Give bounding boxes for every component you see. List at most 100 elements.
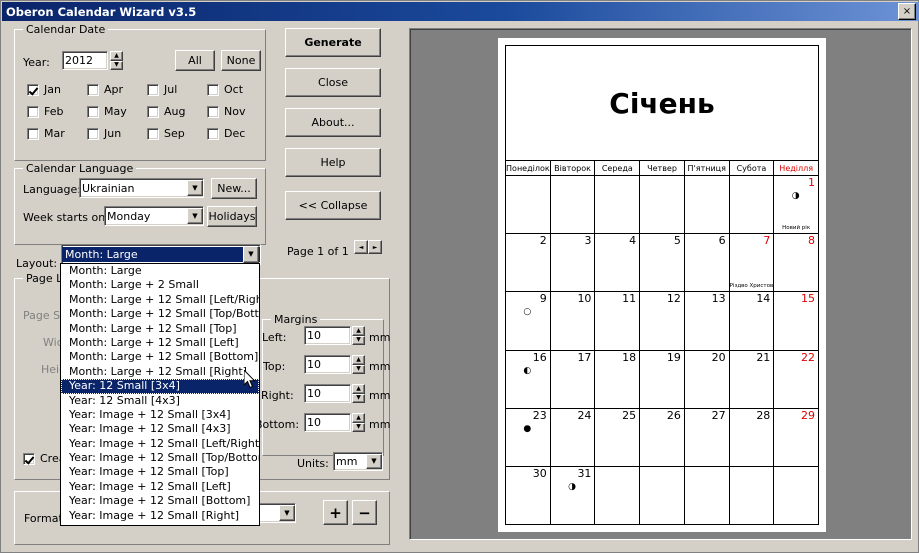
- dropdown-item[interactable]: Year: Image + 12 Small [Left/Right]: [61, 437, 259, 451]
- prev-page-button[interactable]: ◄: [354, 240, 368, 254]
- checkbox-icon[interactable]: [147, 83, 159, 96]
- day-number: 19: [666, 350, 681, 364]
- dropdown-item[interactable]: Month: Large + 12 Small [Bottom]: [61, 350, 259, 364]
- generate-button[interactable]: Generate: [285, 28, 381, 57]
- dropdown-item[interactable]: Month: Large + 12 Small [Top/Bottom]: [61, 307, 259, 321]
- stepper-down[interactable]: ▼: [352, 364, 365, 374]
- year-stepper-down[interactable]: ▼: [110, 60, 123, 70]
- checkbox-icon[interactable]: [87, 83, 99, 96]
- help-button[interactable]: Help: [285, 148, 381, 177]
- chevron-down-icon[interactable]: ▼: [187, 208, 203, 224]
- checkbox-icon[interactable]: [87, 105, 99, 118]
- chevron-down-icon[interactable]: ▼: [187, 180, 203, 196]
- checkbox-icon[interactable]: [147, 127, 159, 140]
- calendar-preview-pane[interactable]: Січень Понеділок Вівторок Середа Четвер …: [409, 28, 912, 540]
- dropdown-item[interactable]: Month: Large + 2 Small: [61, 278, 259, 292]
- checkbox-icon[interactable]: [27, 105, 39, 118]
- dropdown-item[interactable]: Year: Image + 12 Small [3x4]: [61, 408, 259, 422]
- margin-bottom-input[interactable]: 10: [304, 413, 351, 432]
- close-button[interactable]: Close: [285, 68, 381, 97]
- margin-top-stepper[interactable]: ▲ ▼: [352, 355, 365, 374]
- month-checkbox-nov[interactable]: Nov: [207, 105, 245, 118]
- new-language-button[interactable]: New...: [211, 178, 257, 199]
- dropdown-item[interactable]: Year: Image + 12 Small [Bottom]: [61, 494, 259, 508]
- margin-right-input[interactable]: 10: [304, 384, 351, 403]
- calendar-day-cell: [506, 176, 551, 234]
- month-checkbox-mar[interactable]: Mar: [27, 127, 65, 140]
- stepper-up[interactable]: ▲: [352, 355, 365, 365]
- dropdown-item[interactable]: Year: Image + 12 Small [Top]: [61, 465, 259, 479]
- dropdown-item[interactable]: Month: Large + 12 Small [Right]: [61, 365, 259, 379]
- dropdown-item[interactable]: Year: Image + 12 Small [Left]: [61, 480, 259, 494]
- month-checkbox-jun[interactable]: Jun: [87, 127, 121, 140]
- none-months-button[interactable]: None: [221, 50, 261, 71]
- month-checkbox-aug[interactable]: Aug: [147, 105, 185, 118]
- margin-bottom-stepper[interactable]: ▲ ▼: [352, 413, 365, 432]
- stepper-down[interactable]: ▼: [352, 393, 365, 403]
- remove-format-button[interactable]: −: [352, 500, 377, 525]
- layout-combobox[interactable]: Month: Large: [61, 244, 261, 265]
- dropdown-item[interactable]: Year: Image + 12 Small [Right]: [61, 509, 259, 523]
- dropdown-item[interactable]: Month: Large + 12 Small [Left]: [61, 336, 259, 350]
- checkbox-icon[interactable]: [27, 127, 39, 140]
- day-number: 29: [801, 408, 816, 422]
- day-number: 2: [539, 234, 547, 248]
- units-label: Units:: [297, 457, 329, 470]
- checkbox-icon[interactable]: [23, 452, 35, 465]
- day-number: 12: [666, 292, 681, 306]
- stepper-down[interactable]: ▼: [352, 335, 365, 345]
- chevron-down-icon[interactable]: ▼: [243, 246, 259, 263]
- calendar-day-cell: 7 Різдво Христове: [730, 234, 775, 292]
- dropdown-item[interactable]: Month: Large + 12 Small [Top]: [61, 322, 259, 336]
- close-icon[interactable]: ×: [898, 3, 916, 20]
- checkbox-icon[interactable]: [207, 105, 219, 118]
- month-checkbox-feb[interactable]: Feb: [27, 105, 63, 118]
- holidays-button[interactable]: Holidays: [207, 206, 257, 227]
- dropdown-item[interactable]: Year: 12 Small [4x3]: [61, 394, 259, 408]
- margin-right-stepper[interactable]: ▲ ▼: [352, 384, 365, 403]
- month-checkbox-may[interactable]: May: [87, 105, 127, 118]
- add-format-button[interactable]: +: [323, 500, 348, 525]
- year-input[interactable]: 2012: [62, 51, 108, 70]
- checkbox-icon[interactable]: [147, 105, 159, 118]
- calendar-day-cell: [685, 176, 730, 234]
- month-checkbox-jan[interactable]: Jan: [27, 83, 61, 96]
- checkbox-icon[interactable]: [207, 127, 219, 140]
- chevron-down-icon[interactable]: ▼: [279, 505, 295, 521]
- month-checkbox-dec[interactable]: Dec: [207, 127, 245, 140]
- language-select[interactable]: Ukrainian: [79, 178, 204, 198]
- stepper-down[interactable]: ▼: [352, 422, 365, 432]
- chevron-down-icon[interactable]: ▼: [366, 454, 382, 469]
- month-checkbox-sep[interactable]: Sep: [147, 127, 185, 140]
- next-page-button[interactable]: ►: [368, 240, 382, 254]
- day-number: 13: [711, 292, 726, 306]
- month-checkbox-apr[interactable]: Apr: [87, 83, 123, 96]
- dropdown-item[interactable]: Year: Image + 12 Small [Left/Bottom]: [61, 523, 259, 525]
- dropdown-item[interactable]: Month: Large: [61, 264, 259, 278]
- dropdown-item[interactable]: Month: Large + 12 Small [Left/Right]: [61, 293, 259, 307]
- month-checkbox-jul[interactable]: Jul: [147, 83, 177, 96]
- margin-left-stepper[interactable]: ▲ ▼: [352, 326, 365, 345]
- dropdown-item[interactable]: Year: Image + 12 Small [Top/Bottom]: [61, 451, 259, 465]
- dropdown-item-highlighted[interactable]: Year: 12 Small [3x4]: [61, 379, 259, 394]
- checkbox-icon[interactable]: [27, 83, 39, 96]
- about-button[interactable]: About...: [285, 108, 381, 137]
- checkbox-icon[interactable]: [207, 83, 219, 96]
- calendar-date-group: Calendar Date Year: 2012 ▲ ▼ All None Ja…: [14, 23, 266, 161]
- checkbox-icon[interactable]: [87, 127, 99, 140]
- stepper-up[interactable]: ▲: [352, 413, 365, 423]
- year-stepper[interactable]: ▲ ▼: [110, 51, 123, 70]
- all-months-button[interactable]: All: [175, 50, 215, 71]
- layout-dropdown-list[interactable]: Month: Large Month: Large + 2 Small Mont…: [60, 263, 260, 526]
- title-bar[interactable]: Oberon Calendar Wizard v3.5 ×: [2, 2, 919, 21]
- margin-left-input[interactable]: 10: [304, 326, 351, 345]
- margin-top-input[interactable]: 10: [304, 355, 351, 374]
- calendar-day-cell: 29: [774, 409, 818, 466]
- year-stepper-up[interactable]: ▲: [110, 51, 123, 61]
- month-checkbox-oct[interactable]: Oct: [207, 83, 243, 96]
- collapse-button[interactable]: << Collapse: [285, 191, 381, 220]
- stepper-up[interactable]: ▲: [352, 384, 365, 394]
- dropdown-item[interactable]: Year: Image + 12 Small [4x3]: [61, 422, 259, 436]
- calendar-date-group-label: Calendar Date: [23, 23, 109, 36]
- stepper-up[interactable]: ▲: [352, 326, 365, 336]
